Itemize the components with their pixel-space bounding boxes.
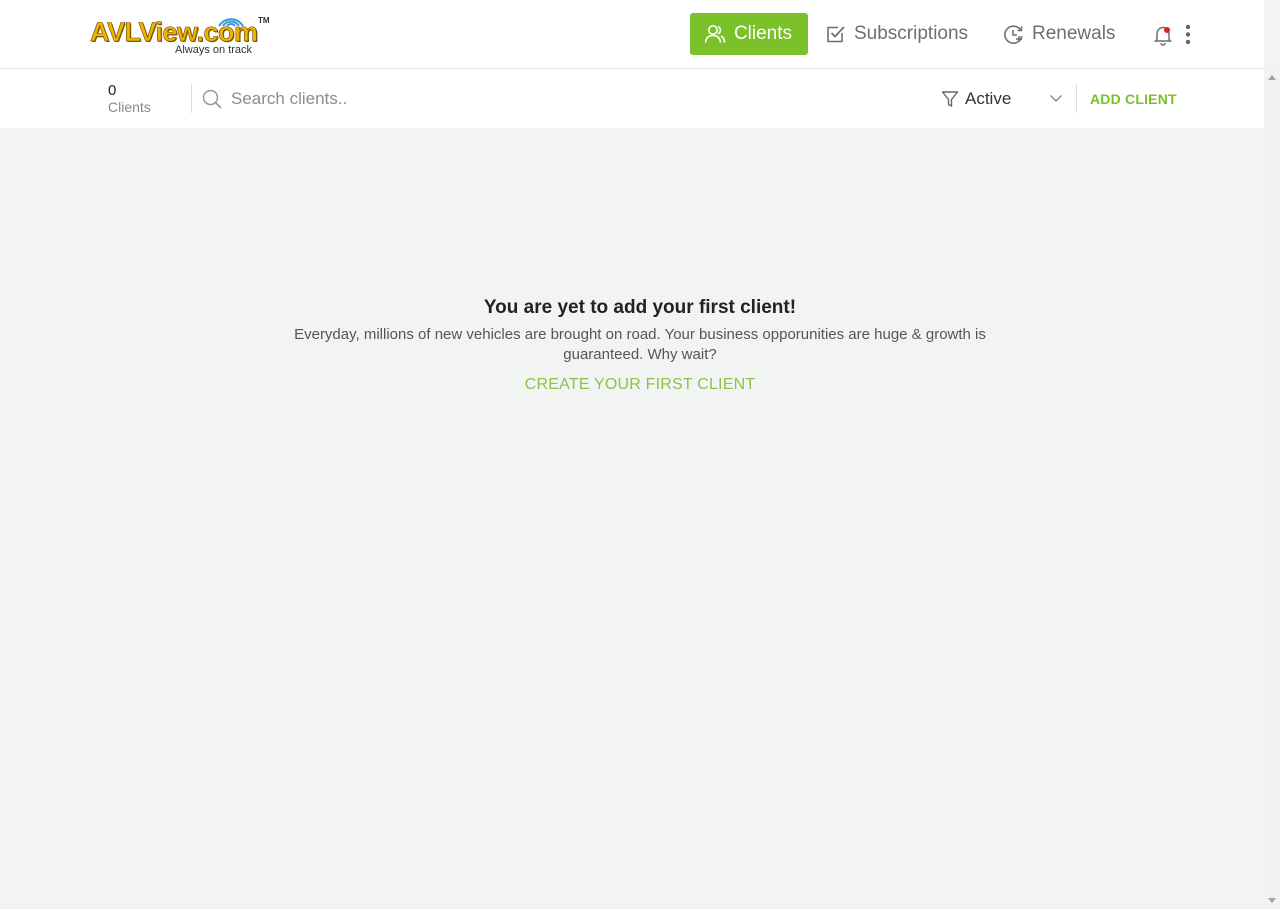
search-clients-input[interactable] [229, 85, 829, 113]
clients-toolbar: 0 Clients Active ADD CLIENT [0, 69, 1264, 128]
status-filter-dropdown[interactable]: Active [941, 85, 1063, 113]
create-first-client-link[interactable]: CREATE YOUR FIRST CLIENT [525, 376, 756, 394]
more-menu-button[interactable] [1181, 24, 1195, 46]
more-vert-icon [1185, 24, 1191, 45]
toolbar-divider [191, 84, 192, 113]
empty-state-text: Everyday, millions of new vehicles are b… [294, 326, 986, 363]
page-scrollbar[interactable] [1264, 69, 1280, 909]
logo-trademark: TM [258, 16, 270, 25]
nav-subscriptions-button[interactable]: Subscriptions [826, 13, 968, 55]
bell-icon [1153, 26, 1173, 46]
nav-renewals-button[interactable]: Renewals [1003, 13, 1115, 55]
nav-subscriptions-label: Subscriptions [854, 23, 969, 44]
logo-brand: AVLView.com [90, 17, 259, 48]
chevron-down-icon [1050, 95, 1062, 102]
nav-renewals-label: Renewals [1032, 23, 1116, 44]
notifications-button[interactable] [1153, 24, 1173, 46]
status-filter-value: Active [965, 89, 1012, 108]
add-client-button[interactable]: ADD CLIENT [1090, 91, 1177, 107]
notification-dot [1164, 27, 1170, 33]
toolbar-divider [1076, 84, 1077, 113]
search-icon [202, 89, 222, 109]
clients-count: 0 Clients [108, 82, 151, 115]
scroll-down-arrow-icon[interactable] [1268, 898, 1276, 903]
logo-tagline: Always on track [175, 44, 253, 56]
nav-clients-label: Clients [733, 23, 793, 44]
renewals-icon [1004, 24, 1023, 44]
nav-clients-button[interactable]: Clients [690, 13, 808, 55]
empty-state-title: You are yet to add your first client! [483, 297, 797, 318]
subscriptions-icon [827, 26, 845, 43]
filter-icon [941, 91, 959, 107]
avlview-logo[interactable]: AVLView.com TM Always on track [88, 10, 273, 60]
empty-state: You are yet to add your first client! Ev… [0, 296, 1280, 394]
clients-icon [704, 25, 726, 43]
clients-count-label: Clients [108, 99, 151, 115]
scroll-up-arrow-icon[interactable] [1268, 75, 1276, 80]
top-header: AVLView.com TM Always on track Clients S… [0, 0, 1264, 69]
clients-count-number: 0 [108, 82, 117, 99]
